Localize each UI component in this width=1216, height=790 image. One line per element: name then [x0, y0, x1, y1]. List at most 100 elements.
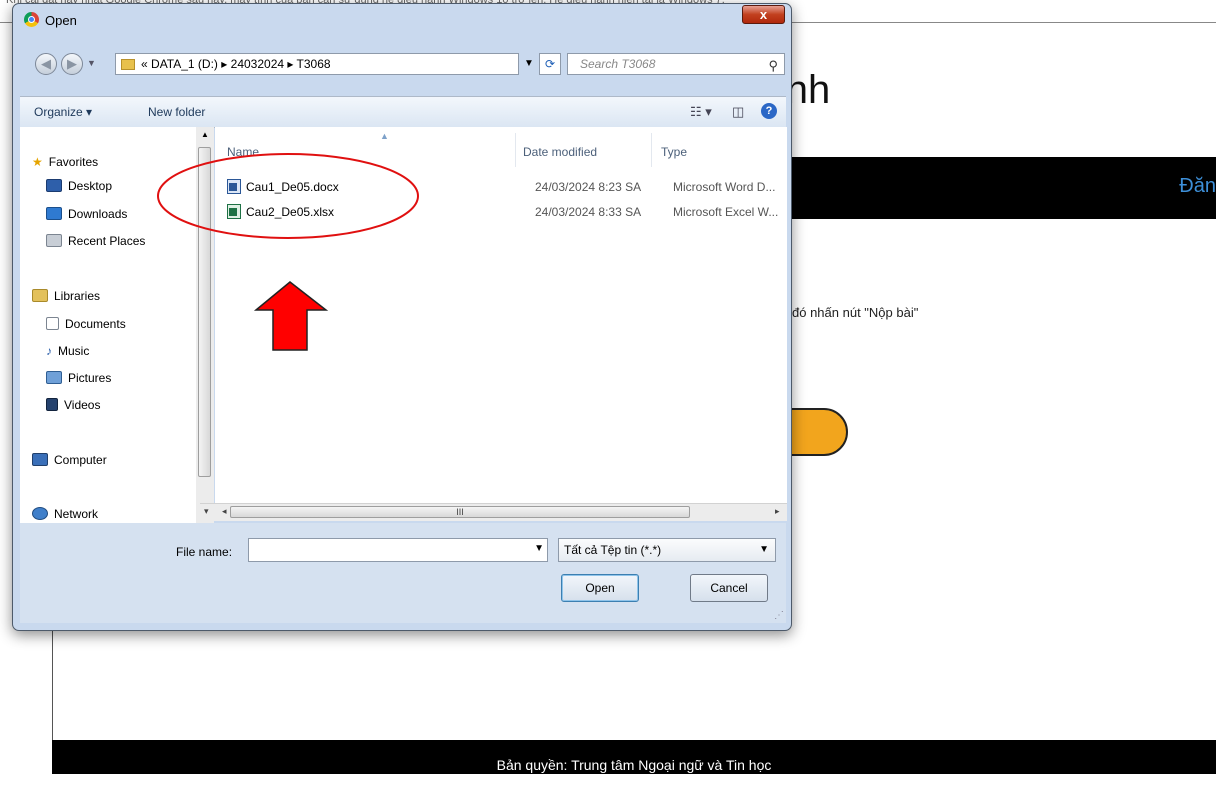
network-icon — [32, 507, 48, 520]
file-row[interactable]: Cau2_De05.xlsx 24/03/2024 8:33 SA Micros… — [227, 202, 787, 222]
resize-grip-icon[interactable]: ⋰ — [774, 610, 784, 621]
breadcrumb-drive[interactable]: DATA_1 (D:) — [151, 57, 218, 71]
downloads-icon — [46, 207, 62, 220]
instructions-text: đó nhấn nút "Nộp bài" — [792, 305, 919, 320]
nav-label: Network — [54, 507, 99, 521]
recent-pages-icon[interactable]: ▼ — [87, 58, 96, 68]
nav-pictures[interactable]: Pictures — [46, 368, 111, 388]
recent-places-icon — [46, 234, 62, 247]
refresh-icon[interactable]: ⟳ — [539, 53, 561, 75]
breadcrumb-separator[interactable]: ▸ — [221, 57, 227, 71]
chevron-down-icon[interactable]: ▼ — [534, 543, 544, 554]
column-header-date[interactable]: Date modified — [523, 145, 597, 159]
file-name: Cau1_De05.docx — [246, 180, 339, 194]
nav-label: Documents — [65, 317, 126, 331]
breadcrumb-separator[interactable]: ▸ — [287, 57, 293, 71]
dialog-footer: File name: ▼ Tất cả Tệp tin (*.*) ▼ Open… — [20, 523, 786, 623]
sort-ascending-icon: ▲ — [380, 131, 389, 141]
chevron-down-icon[interactable]: ▼ — [759, 539, 769, 561]
search-input[interactable]: Search T3068 ⚲ — [567, 53, 785, 75]
open-file-dialog: Open x ◀ ▶ ▼ « DATA_1 (D:) ▸ 24032024 ▸ … — [12, 3, 792, 631]
navigation-pane: ★ Favorites Desktop Downloads Recent Plac… — [20, 127, 197, 524]
scroll-collapse-icon[interactable]: ▾ — [204, 506, 209, 517]
computer-icon — [32, 453, 48, 466]
excel-doc-icon — [227, 204, 241, 219]
file-list: ▲ Name Date modified Type Cau1_De05.docx… — [215, 127, 787, 514]
file-type-value: Tất cả Tệp tin (*.*) — [564, 543, 662, 557]
music-icon: ♪ — [46, 344, 52, 358]
nav-label: Libraries — [54, 289, 101, 303]
nav-libraries[interactable]: Libraries — [32, 286, 100, 306]
nav-downloads[interactable]: Downloads — [46, 204, 127, 224]
pictures-icon — [46, 371, 62, 384]
nav-network[interactable]: Network — [32, 504, 98, 524]
breadcrumb-current[interactable]: T3068 — [297, 57, 331, 71]
nav-favorites[interactable]: ★ Favorites — [32, 152, 98, 172]
file-name-input[interactable]: ▼ — [248, 538, 548, 562]
file-name-cell: Cau1_De05.docx — [227, 177, 339, 197]
file-name-cell: Cau2_De05.xlsx — [227, 202, 334, 222]
back-icon[interactable]: ◀ — [35, 53, 57, 75]
file-type: Microsoft Excel W... — [673, 205, 779, 219]
cancel-button[interactable]: Cancel — [690, 574, 768, 602]
file-date: 24/03/2024 8:23 SA — [535, 180, 642, 194]
close-button[interactable]: x — [742, 5, 785, 24]
column-divider[interactable] — [515, 133, 516, 167]
column-header-name[interactable]: Name — [227, 145, 259, 159]
file-type-select[interactable]: Tất cả Tệp tin (*.*) ▼ — [558, 538, 776, 562]
nav-label: Desktop — [68, 179, 113, 193]
nav-scrollbar[interactable]: ▲ ▼ — [196, 127, 214, 524]
nav-label: Downloads — [68, 207, 128, 221]
documents-icon — [46, 317, 59, 330]
open-button[interactable]: Open — [561, 574, 639, 602]
nav-label: Favorites — [48, 155, 99, 169]
view-options-icon[interactable]: ☷ ▾ — [690, 104, 712, 120]
organize-button[interactable]: Organize ▾ — [34, 105, 92, 119]
libraries-icon — [32, 289, 48, 302]
chrome-icon — [24, 12, 39, 27]
search-icon[interactable]: ⚲ — [768, 56, 778, 76]
file-name: Cau2_De05.xlsx — [246, 205, 335, 219]
address-bar: ◀ ▶ ▼ « DATA_1 (D:) ▸ 24032024 ▸ T3068 ▼… — [27, 49, 787, 79]
address-dropdown-icon[interactable]: ▼ — [519, 53, 539, 75]
breadcrumb[interactable]: « DATA_1 (D:) ▸ 24032024 ▸ T3068 — [115, 53, 519, 75]
nav-recent-places[interactable]: Recent Places — [46, 231, 145, 251]
page-footer: Bản quyền: Trung tâm Ngoại ngữ và Tin họ… — [52, 740, 1216, 774]
desktop-icon — [46, 179, 62, 192]
help-icon[interactable]: ? — [761, 103, 777, 119]
column-divider[interactable] — [651, 133, 652, 167]
nav-desktop[interactable]: Desktop — [46, 176, 112, 196]
hscroll-grip: III — [456, 507, 464, 517]
dialog-toolbar: Organize ▾ New folder ☷ ▾ ◫ ? — [20, 96, 786, 128]
nav-music[interactable]: ♪ Music — [46, 341, 89, 361]
file-date: 24/03/2024 8:33 SA — [535, 205, 642, 219]
file-row[interactable]: Cau1_De05.docx 24/03/2024 8:23 SA Micros… — [227, 177, 787, 197]
login-link[interactable]: Đăn — [1179, 175, 1216, 198]
word-doc-icon — [227, 179, 241, 194]
breadcrumb-prefix[interactable]: « — [141, 57, 148, 71]
folder-icon — [121, 59, 135, 70]
footer-text: Bản quyền: Trung tâm Ngoại ngữ và Tin họ… — [496, 757, 772, 773]
scroll-up-icon[interactable]: ▲ — [201, 130, 209, 139]
hscroll-thumb[interactable]: III — [230, 506, 690, 518]
search-placeholder: Search T3068 — [580, 57, 656, 71]
forward-icon[interactable]: ▶ — [61, 53, 83, 75]
scroll-right-icon[interactable]: ▸ — [775, 506, 780, 517]
dialog-titlebar[interactable]: Open x — [13, 4, 791, 32]
nav-documents[interactable]: Documents — [46, 314, 126, 334]
nav-label: Recent Places — [68, 234, 146, 248]
dialog-title: Open — [45, 13, 77, 28]
nav-computer[interactable]: Computer — [32, 450, 107, 470]
file-list-hscroll[interactable]: ▾ ◂ III ▸ — [200, 503, 787, 521]
breadcrumb-folder[interactable]: 24032024 — [231, 57, 284, 71]
new-folder-button[interactable]: New folder — [148, 105, 205, 119]
scroll-left-icon[interactable]: ◂ — [222, 506, 227, 517]
nav-videos[interactable]: Videos — [46, 395, 100, 415]
column-header-type[interactable]: Type — [661, 145, 687, 159]
nav-label: Computer — [54, 453, 107, 467]
scroll-thumb[interactable] — [198, 147, 211, 477]
preview-pane-icon[interactable]: ◫ — [732, 104, 744, 120]
nav-label: Videos — [64, 398, 101, 412]
file-type: Microsoft Word D... — [673, 180, 776, 194]
nav-label: Music — [58, 344, 90, 358]
